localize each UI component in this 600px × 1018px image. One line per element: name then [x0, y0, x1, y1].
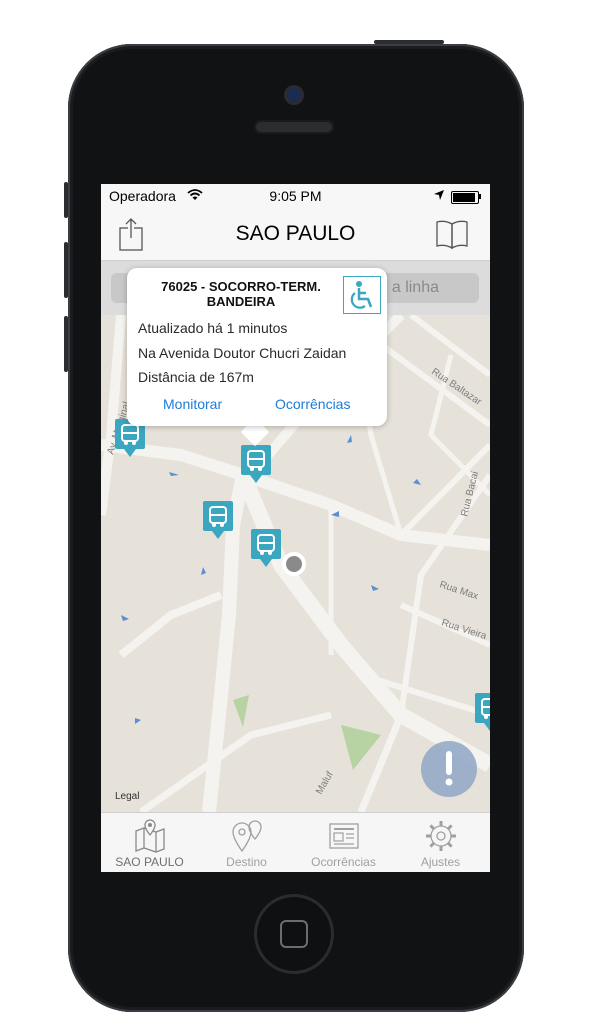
battery-nub — [479, 194, 481, 199]
bus-callout: 76025 - SOCORRO-TERM. BANDEIRA Atualizad… — [127, 268, 387, 426]
tab-ajustes[interactable]: Ajustes — [392, 813, 489, 872]
reports-link[interactable]: Ocorrências — [275, 396, 350, 412]
tab-label: Destino — [226, 855, 267, 869]
location-arrow-icon — [434, 190, 444, 200]
tab-label: SAO PAULO — [115, 855, 184, 869]
tab-label: Ocorrências — [311, 855, 376, 869]
search-placeholder: a linha — [391, 279, 439, 296]
gear-icon — [426, 821, 456, 851]
monitor-link[interactable]: Monitorar — [163, 396, 222, 412]
alert-button[interactable] — [421, 741, 477, 797]
tab-ocorrencias[interactable]: Ocorrências — [295, 813, 392, 872]
power-button — [374, 40, 444, 44]
navigation-bar: SAO PAULO — [101, 208, 490, 261]
callout-distance: Distância de 167m — [138, 369, 254, 385]
wheelchair-icon — [343, 276, 381, 314]
map-icon — [135, 819, 165, 853]
tab-bar: SAO PAULO Destino Ocorrências Ajustes — [101, 812, 490, 872]
status-bar: Operadora 9:05 PM — [101, 184, 490, 208]
legal-label: Legal — [115, 791, 139, 802]
user-location-dot — [282, 552, 306, 576]
app-screen: Operadora 9:05 PM SAO PAULO a linha Rua … — [101, 184, 490, 872]
tab-sao-paulo[interactable]: SAO PAULO — [101, 813, 198, 872]
speaker-grille — [254, 120, 334, 134]
status-time: 9:05 PM — [269, 188, 322, 204]
book-icon[interactable] — [433, 216, 471, 252]
battery-icon — [451, 191, 479, 204]
front-camera — [287, 88, 301, 102]
page-title: SAO PAULO — [235, 222, 356, 245]
volume-up-button — [64, 242, 68, 298]
volume-down-button — [64, 316, 68, 372]
tab-destino[interactable]: Destino — [198, 813, 295, 872]
mute-switch — [64, 182, 68, 218]
callout-location: Na Avenida Doutor Chucri Zaidan — [138, 345, 347, 361]
callout-updated: Atualizado há 1 minutos — [138, 320, 288, 336]
newspaper-icon — [329, 823, 359, 849]
callout-title: 76025 - SOCORRO-TERM. BANDEIRA — [161, 279, 321, 309]
home-button[interactable] — [254, 894, 334, 974]
tab-label: Ajustes — [420, 855, 461, 869]
pin-icon — [232, 820, 262, 853]
